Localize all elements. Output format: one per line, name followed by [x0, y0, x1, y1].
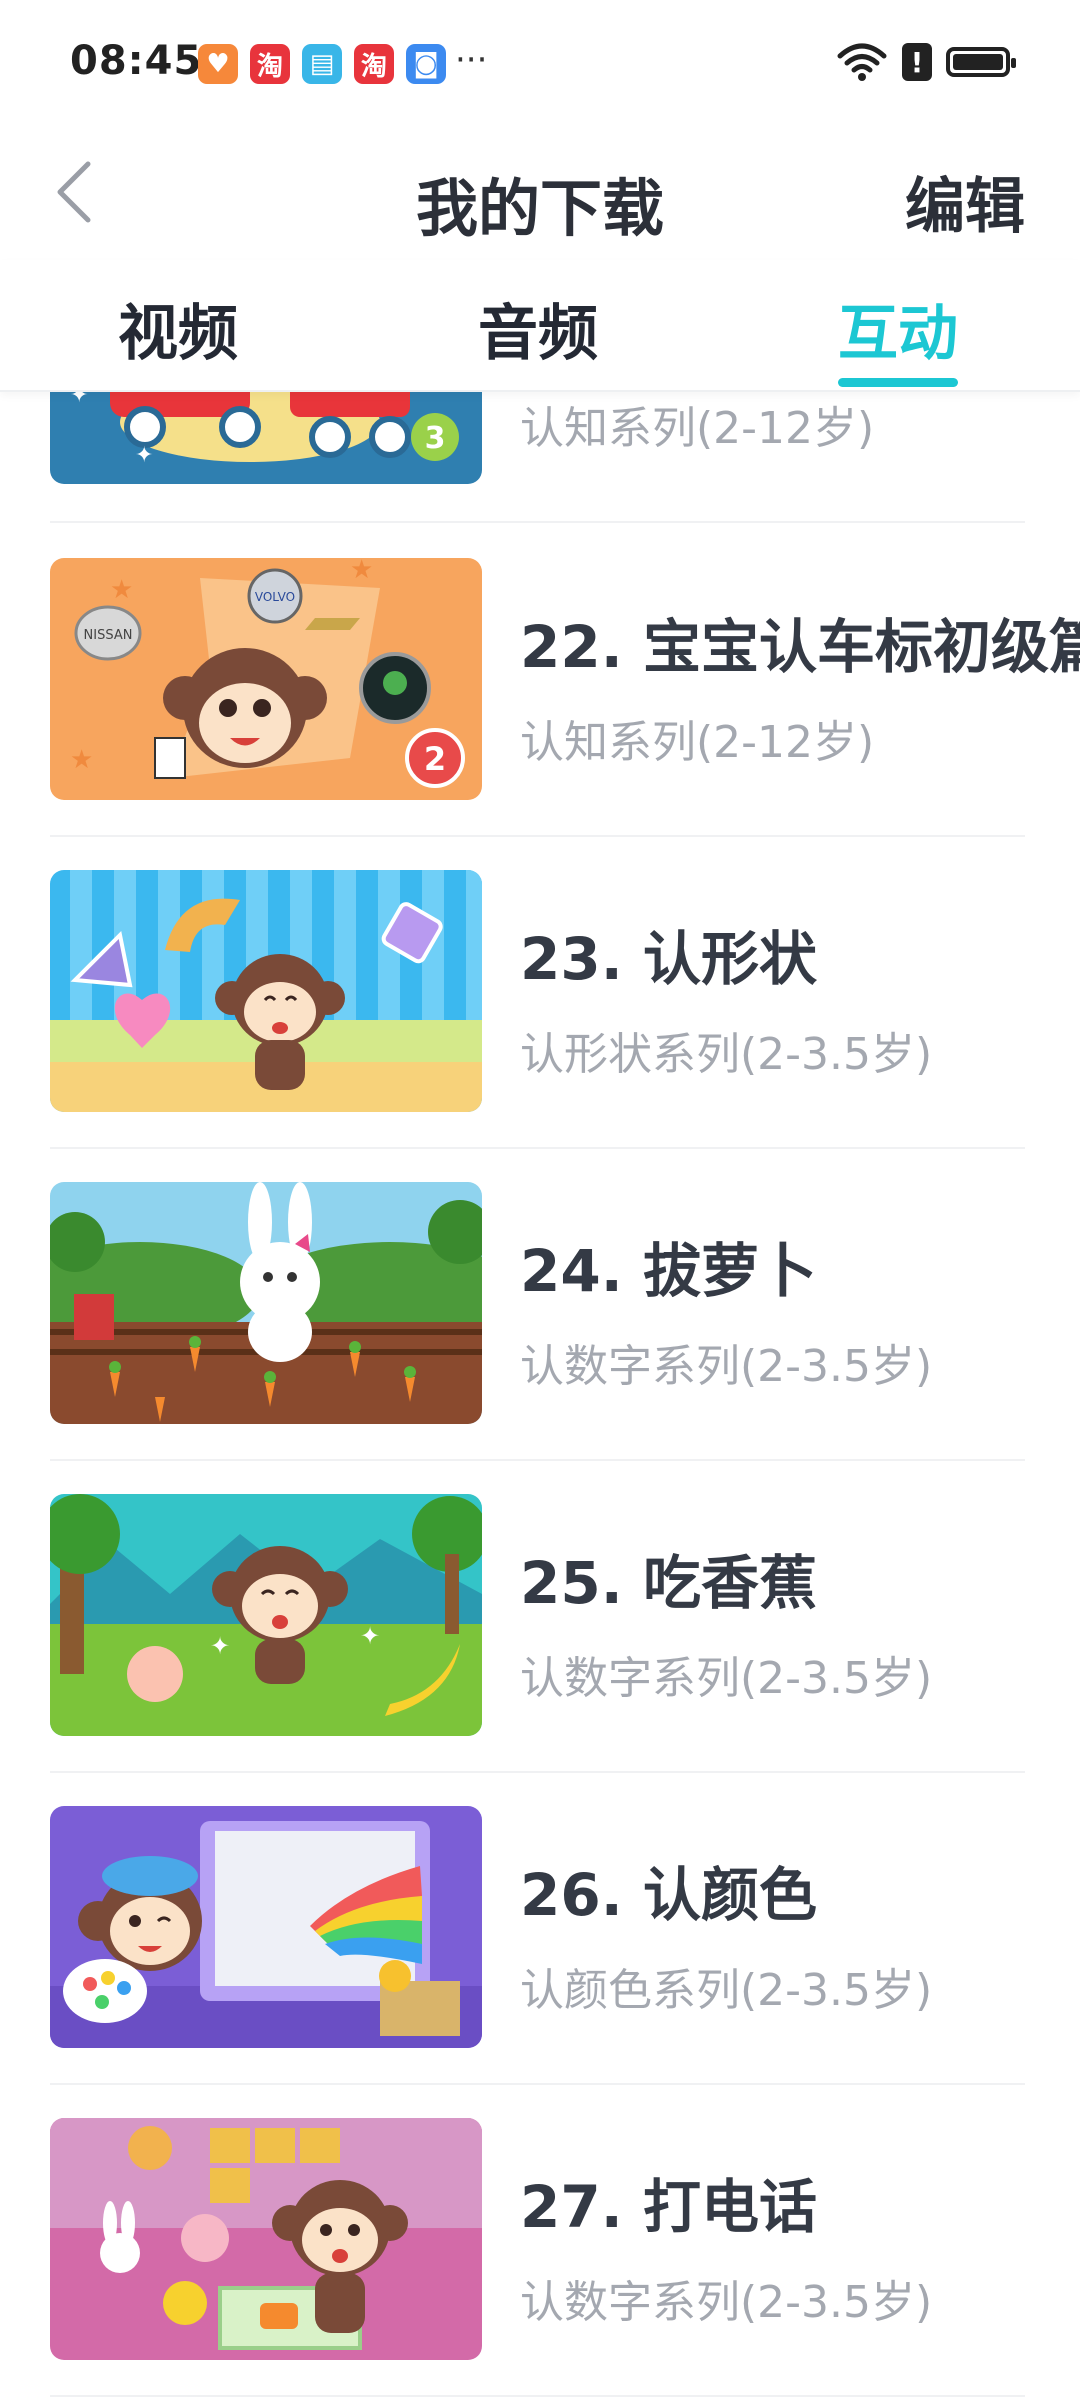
divider [50, 835, 1025, 837]
status-time: 08:45 [70, 38, 203, 84]
list-item[interactable]: 27. 打电话 认数字系列(2-3.5岁) [0, 2118, 1080, 2398]
item-subtitle: 认知系列(2-12岁) [520, 403, 875, 454]
more-notifications-icon: ··· [455, 40, 488, 80]
list-item[interactable]: 24. 拔萝卜 认数字系列(2-3.5岁) [0, 1182, 1080, 1494]
taobao-app-icon: 淘 [250, 44, 290, 84]
item-thumbnail: ★ ★ ★ NISSAN VOLVO 2 [50, 558, 482, 800]
divider [50, 1147, 1025, 1149]
list-item[interactable]: ✦ ✦ 25. 吃香蕉 认数字系列(2-3.5岁) [0, 1494, 1080, 1806]
book-app-icon: ▤ [302, 44, 342, 84]
item-thumbnail [50, 2118, 482, 2360]
item-title: 25. 吃香蕉 [520, 1549, 817, 1617]
heart-app-icon: ♥ [198, 44, 238, 84]
wifi-icon [837, 43, 887, 81]
item-subtitle: 认数字系列(2-3.5岁) [520, 2277, 933, 2328]
svg-text:NISSAN: NISSAN [84, 628, 133, 643]
item-subtitle: 认颜色系列(2-3.5岁) [520, 1965, 933, 2016]
list-item[interactable]: ★ ★ ★ NISSAN VOLVO 2 22. 宝宝认车标初级篇 认知系列(2… [0, 558, 1080, 870]
svg-text:✦: ✦ [360, 1622, 380, 1650]
item-thumbnail: ✦ ✦ [50, 1494, 482, 1736]
svg-text:★: ★ [70, 745, 93, 775]
item-thumbnail [50, 1182, 482, 1424]
item-thumbnail: 3 ✦ ✦ [50, 392, 482, 484]
svg-text:3: 3 [425, 421, 446, 456]
item-title: 24. 拔萝卜 [520, 1237, 817, 1305]
tab-interactive[interactable]: 互动 [838, 285, 958, 372]
divider [50, 521, 1025, 523]
item-subtitle: 认知系列(2-12岁) [520, 717, 875, 768]
list-item[interactable]: 3 ✦ ✦ 认知系列(2-12岁) [0, 392, 1080, 554]
taobao-app-icon: 淘 [354, 44, 394, 84]
item-title: 23. 认形状 [520, 925, 817, 993]
tab-bar: 视频 音频 互动 [0, 260, 1080, 392]
svg-text:✦: ✦ [210, 1632, 230, 1660]
item-title: 26. 认颜色 [520, 1861, 817, 1929]
divider [50, 1459, 1025, 1461]
top-nav-bar: 我的下载 编辑 [0, 130, 1080, 260]
battery-icon [946, 47, 1016, 77]
download-list[interactable]: 3 ✦ ✦ 认知系列(2-12岁) ★ ★ ★ NISSAN VOLVO 2 2… [0, 392, 1080, 2398]
svg-text:✦: ✦ [135, 443, 153, 468]
notification-icons: ♥ 淘 ▤ 淘 ◙ [198, 44, 446, 84]
svg-text:★: ★ [350, 558, 373, 585]
system-status: ! [836, 42, 1016, 82]
tab-video[interactable]: 视频 [118, 285, 238, 372]
item-subtitle: 认数字系列(2-3.5岁) [520, 1341, 933, 1392]
item-subtitle: 认数字系列(2-3.5岁) [520, 1653, 933, 1704]
svg-text:2: 2 [424, 740, 446, 778]
list-item[interactable]: 26. 认颜色 认颜色系列(2-3.5岁) [0, 1806, 1080, 2118]
item-subtitle: 认形状系列(2-3.5岁) [520, 1029, 933, 1080]
square-app-icon: ◙ [406, 44, 446, 84]
active-tab-indicator [838, 378, 958, 387]
divider [50, 2395, 1025, 2397]
item-thumbnail [50, 1806, 482, 2048]
status-bar: 08:45 ♥ 淘 ▤ 淘 ◙ ··· ! [0, 0, 1080, 130]
edit-button[interactable]: 编辑 [905, 158, 1025, 245]
alert-icon: ! [902, 43, 932, 81]
item-thumbnail [50, 870, 482, 1112]
svg-text:✦: ✦ [70, 392, 88, 408]
svg-text:VOLVO: VOLVO [255, 590, 295, 604]
item-title: 22. 宝宝认车标初级篇 [520, 613, 1080, 681]
tab-audio[interactable]: 音频 [478, 285, 598, 372]
divider [50, 1771, 1025, 1773]
svg-text:★: ★ [110, 575, 133, 605]
list-item[interactable]: 23. 认形状 认形状系列(2-3.5岁) [0, 870, 1080, 1182]
divider [50, 2083, 1025, 2085]
item-title: 27. 打电话 [520, 2173, 817, 2241]
